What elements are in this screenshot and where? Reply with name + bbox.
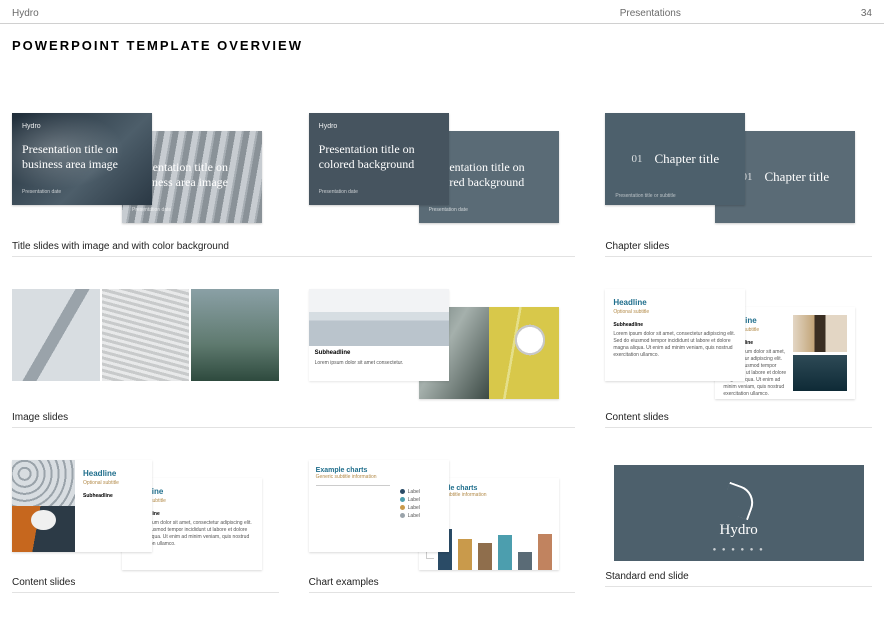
header-page-number: 34 bbox=[861, 8, 872, 19]
photo-dam-aerial bbox=[191, 289, 279, 381]
document-header: Hydro Presentations 34 bbox=[0, 0, 884, 24]
caption-title-slides-wrap: Title slides with image and with color b… bbox=[12, 235, 575, 259]
slide-logo: Hydro bbox=[22, 123, 142, 130]
chart-big-bars bbox=[438, 503, 552, 570]
slide-logo: Hydro bbox=[319, 123, 439, 130]
photo-coils bbox=[102, 289, 190, 381]
slide-footer: Presentation date bbox=[22, 189, 142, 195]
photo-worker-helmet bbox=[489, 307, 559, 399]
caption-image-wrap: Image slides bbox=[12, 406, 575, 430]
chart-stack: Example charts Generic subtitle informat… bbox=[309, 460, 576, 565]
caption-chart-examples: Chart examples bbox=[309, 571, 576, 593]
cell-end-slide: Hydro ● ● ● ● ● ● Standard end slide bbox=[605, 460, 872, 593]
slide-footer: Presentation date bbox=[319, 189, 439, 195]
photo-clouds-mountain bbox=[309, 289, 449, 346]
chapter-title: Chapter title bbox=[765, 169, 830, 185]
photo-machining bbox=[12, 289, 100, 381]
cell-title-color: Hydro Presentation title on colored back… bbox=[309, 113, 576, 229]
cell-image-captioned: Subheadline Lorem ipsum dolor sit amet c… bbox=[309, 289, 576, 400]
image-triple bbox=[12, 289, 279, 381]
slide-footer: Presentation date bbox=[132, 207, 252, 213]
chapter-number: 01 bbox=[632, 153, 643, 165]
slide-chapter-front: 01 Chapter title Presentation title or s… bbox=[605, 113, 745, 205]
content-subtitle: Optional subtitle bbox=[83, 480, 144, 487]
end-slide-wrap: Hydro ● ● ● ● ● ● bbox=[605, 460, 872, 565]
hydro-logo-icon bbox=[719, 482, 757, 520]
slide-title-image-front: Hydro Presentation title on business are… bbox=[12, 113, 152, 205]
cell-image-triple bbox=[12, 289, 279, 400]
slide-content-text: Headline Optional subtitle Subheadline L… bbox=[605, 289, 745, 381]
caption-image-slides: Image slides bbox=[12, 406, 575, 428]
caption-content-slides-a: Content slides bbox=[605, 406, 872, 428]
slide-end: Hydro ● ● ● ● ● ● bbox=[614, 465, 864, 561]
content-body: Lorem ipsum dolor sit amet, consectetur … bbox=[613, 331, 737, 359]
caption-chapter: Chapter slides bbox=[605, 235, 872, 257]
content-stack-a: Headline Optional subtitle Subheadline L… bbox=[605, 289, 872, 394]
slide-content-b-front: Headline Optional subtitle Subheadline bbox=[12, 460, 152, 552]
slide-title-color-front: Hydro Presentation title on colored back… bbox=[309, 113, 449, 205]
caption-content-slides-b: Content slides bbox=[12, 571, 279, 593]
content-headline: Headline bbox=[83, 468, 144, 479]
template-grid: Hydro Presentation title on business are… bbox=[0, 113, 884, 613]
caption-title-slides: Title slides with image and with color b… bbox=[12, 235, 575, 257]
thumb-stack-title-color: Hydro Presentation title on colored back… bbox=[309, 113, 576, 223]
chapter-title: Chapter title bbox=[655, 151, 720, 167]
content-headline: Headline bbox=[613, 297, 737, 308]
slide-footer: Presentation date bbox=[429, 207, 549, 213]
content-section: Subheadline bbox=[83, 493, 144, 500]
caption-chapter-wrap: Chapter slides bbox=[605, 235, 872, 259]
slide-chart-front: Example charts Generic subtitle informat… bbox=[309, 460, 449, 552]
chart-grouped-bars bbox=[316, 485, 390, 486]
content-subtitle: Optional subtitle bbox=[613, 309, 737, 316]
cell-content-slides-b: Headline Optional subtitle Subheadline L… bbox=[12, 460, 279, 593]
slide-title-text: Presentation title on colored background bbox=[319, 142, 439, 172]
header-section: Presentations bbox=[620, 8, 681, 19]
cell-content-slides-a: Headline Optional subtitle Subheadline L… bbox=[605, 289, 872, 400]
thumb-stack-chapter: 01 Chapter title 01 Chapter title Presen… bbox=[605, 113, 872, 223]
photo-people bbox=[793, 315, 848, 352]
slide-title-text: Presentation title on business area imag… bbox=[22, 142, 142, 172]
caption-end-slide: Standard end slide bbox=[605, 565, 872, 587]
header-brand: Hydro bbox=[12, 8, 620, 19]
slide-footer: Presentation title or subtitle bbox=[615, 193, 675, 199]
social-icons-row: ● ● ● ● ● ● bbox=[713, 547, 765, 553]
content-stack-b: Headline Optional subtitle Subheadline L… bbox=[12, 460, 279, 565]
image-caption-stack: Subheadline Lorem ipsum dolor sit amet c… bbox=[309, 289, 576, 394]
caption-content-a-wrap: Content slides bbox=[605, 406, 872, 430]
image-caption-block: Subheadline Lorem ipsum dolor sit amet c… bbox=[309, 346, 449, 381]
photo-ocean bbox=[793, 355, 848, 392]
content-section: Subheadline bbox=[613, 322, 737, 329]
chart-title: Example charts bbox=[316, 467, 442, 474]
caption-heading: Subheadline bbox=[315, 350, 443, 358]
cell-title-image: Hydro Presentation title on business are… bbox=[12, 113, 279, 229]
end-brand: Hydro bbox=[719, 522, 757, 539]
chart-subtitle: Generic subtitle information bbox=[316, 474, 442, 480]
slide-image-caption-front: Subheadline Lorem ipsum dolor sit amet c… bbox=[309, 289, 449, 381]
photo-aluminum-rods bbox=[12, 460, 75, 506]
chart-legend: Label Label Label Label bbox=[394, 485, 442, 519]
page-title: POWERPOINT TEMPLATE OVERVIEW bbox=[0, 24, 884, 113]
photo-worker-orange bbox=[12, 506, 75, 552]
cell-chapter: 01 Chapter title 01 Chapter title Presen… bbox=[605, 113, 872, 229]
caption-body: Lorem ipsum dolor sit amet consectetur. bbox=[315, 360, 404, 366]
thumb-stack-title-image: Hydro Presentation title on business are… bbox=[12, 113, 279, 223]
cell-chart-examples: Example charts Generic subtitle informat… bbox=[309, 460, 576, 593]
